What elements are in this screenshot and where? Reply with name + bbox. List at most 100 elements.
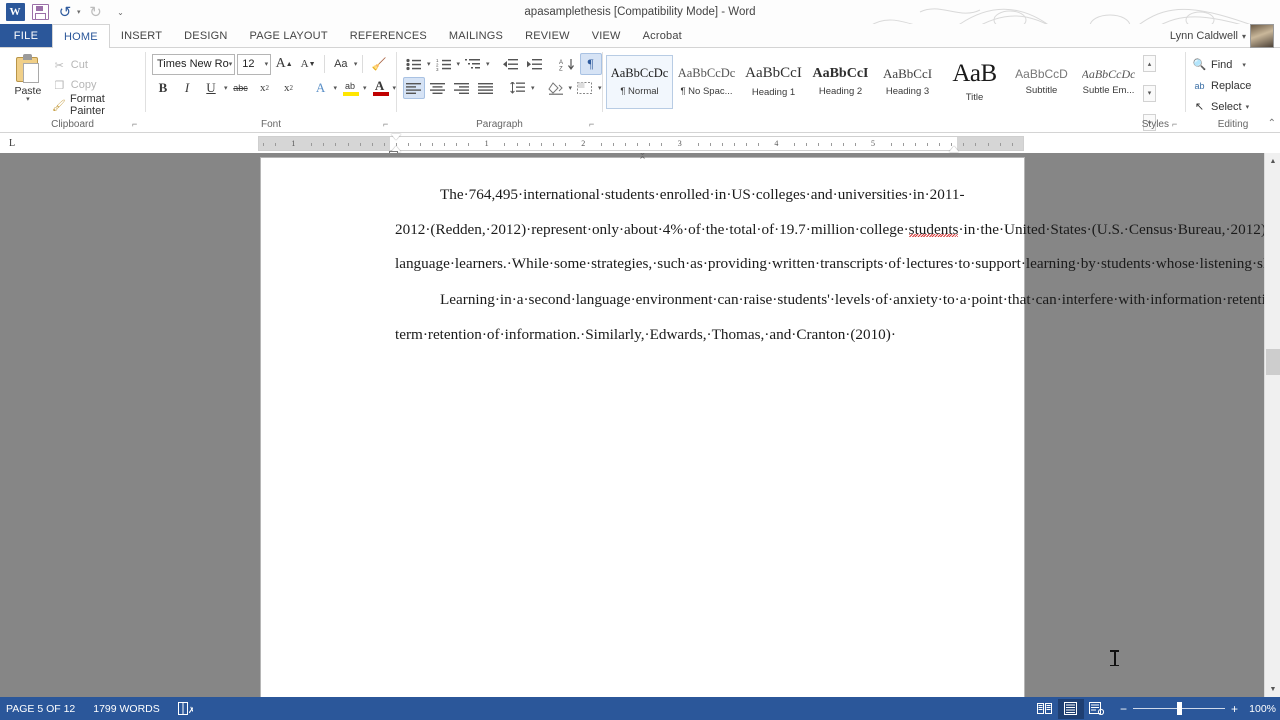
text-highlight-color-icon[interactable]: ab [339, 77, 361, 99]
font-size-chevron-down-icon[interactable]: ▾ [265, 60, 269, 68]
style-no-spacing[interactable]: AaBbCcDc ¶ No Spac... [673, 55, 740, 109]
font-size-input[interactable]: 12 ▾ [237, 53, 272, 75]
tab-review[interactable]: REVIEW [514, 24, 581, 47]
tab-page-layout[interactable]: PAGE LAYOUT [239, 24, 339, 47]
vertical-scrollbar[interactable]: ▲ ▼ [1264, 153, 1280, 697]
paragraph-2[interactable]: Learning·in·a·second·language·environmen… [395, 283, 1264, 352]
decrease-indent-icon[interactable] [500, 53, 522, 75]
undo-dropdown-icon[interactable]: ▾ [77, 8, 81, 16]
style-title[interactable]: AaB Title [941, 55, 1008, 109]
zoom-out-button[interactable]: − [1120, 703, 1127, 715]
style-heading-3[interactable]: AaBbCcI Heading 3 [874, 55, 941, 109]
font-dialog-launcher[interactable]: ⌐ [383, 120, 392, 129]
shading-chevron-down-icon[interactable]: ▾ [569, 84, 573, 92]
font-name-input[interactable]: Times New Ro ▾ [152, 53, 236, 75]
proofing-errors-icon[interactable]: ✗ [177, 702, 193, 715]
avatar[interactable] [1250, 24, 1274, 48]
subscript-icon[interactable]: x2 [254, 77, 276, 99]
word-count[interactable]: 1799 WORDS [93, 703, 160, 715]
styles-gallery[interactable]: AaBbCcDc ¶ Normal AaBbCcDc ¶ No Spac... … [605, 54, 1143, 110]
cut-button[interactable]: ✂ Cut [50, 56, 139, 74]
undo-icon[interactable]: ↺ [55, 3, 75, 21]
numbering-icon[interactable]: 123 [433, 53, 455, 75]
copy-button[interactable]: ❐ Copy [50, 76, 139, 94]
tab-view[interactable]: VIEW [581, 24, 632, 47]
justify-icon[interactable] [475, 77, 497, 99]
tab-home[interactable]: HOME [52, 24, 110, 49]
zoom-thumb[interactable] [1176, 702, 1182, 715]
paragraph-dialog-launcher[interactable]: ⌐ [589, 120, 598, 129]
right-indent-marker[interactable] [949, 146, 959, 152]
bold-icon[interactable]: B [152, 77, 174, 99]
font-color-icon[interactable]: A [369, 77, 391, 99]
horizontal-ruler[interactable]: 1 1 2 3 4 5 [258, 134, 1024, 152]
document-text[interactable]: The·764,495·international·students·enrol… [395, 178, 1264, 353]
scroll-down-icon[interactable]: ▼ [1265, 681, 1280, 697]
borders-icon[interactable] [574, 77, 596, 99]
clear-formatting-icon[interactable]: 🧹 [368, 53, 390, 75]
bullets-icon[interactable] [403, 53, 425, 75]
change-case-chevron-down-icon[interactable]: ▾ [354, 60, 358, 68]
zoom-in-button[interactable]: + [1231, 703, 1238, 715]
clipboard-dialog-launcher[interactable]: ⌐ [132, 120, 141, 129]
tab-insert[interactable]: INSERT [110, 24, 173, 47]
shrink-font-icon[interactable]: A ▼ [297, 53, 319, 75]
replace-button[interactable]: ab Replace [1192, 75, 1274, 96]
web-layout-view-button[interactable] [1084, 699, 1110, 719]
select-button[interactable]: ↖ Select ▾ [1192, 96, 1274, 117]
font-color-chevron-down-icon[interactable]: ▾ [393, 84, 397, 92]
style-heading-2[interactable]: AaBbCcI Heading 2 [807, 55, 874, 109]
highlight-chevron-down-icon[interactable]: ▾ [363, 84, 367, 92]
multilevel-list-icon[interactable] [462, 53, 484, 75]
text-effects-chevron-down-icon[interactable]: ▾ [334, 84, 338, 92]
tab-file[interactable]: FILE [0, 24, 52, 47]
align-left-icon[interactable] [403, 77, 425, 99]
document-canvas[interactable]: ⌄⌃ The·764,495·international·students·en… [0, 153, 1264, 697]
tab-design[interactable]: DESIGN [173, 24, 238, 47]
bullets-chevron-down-icon[interactable]: ▾ [427, 60, 431, 68]
find-button[interactable]: 🔍 Find ▾ [1192, 54, 1274, 75]
scrollbar-thumb[interactable] [1266, 349, 1280, 375]
line-spacing-chevron-down-icon[interactable]: ▾ [531, 84, 535, 92]
superscript-icon[interactable]: x2 [278, 77, 300, 99]
italic-icon[interactable]: I [176, 77, 198, 99]
style-subtle-emphasis[interactable]: AaBbCcDc Subtle Em... [1075, 55, 1142, 109]
style-normal[interactable]: AaBbCcDc ¶ Normal [606, 55, 673, 109]
save-icon[interactable] [30, 3, 50, 21]
tab-references[interactable]: REFERENCES [339, 24, 438, 47]
strikethrough-icon[interactable]: abc [230, 77, 252, 99]
text-effects-icon[interactable]: A [310, 77, 332, 99]
style-heading-1[interactable]: AaBbCcI Heading 1 [740, 55, 807, 109]
paragraph-1[interactable]: The·764,495·international·students·enrol… [395, 178, 1264, 283]
collapse-ribbon-icon[interactable]: ⌃ [1268, 118, 1276, 129]
tab-stop-selector[interactable]: L [0, 133, 24, 153]
underline-chevron-down-icon[interactable]: ▾ [224, 84, 228, 92]
borders-chevron-down-icon[interactable]: ▾ [598, 84, 602, 92]
styles-scroll-down-icon[interactable]: ▾ [1143, 84, 1156, 102]
font-name-chevron-down-icon[interactable]: ▾ [229, 60, 233, 68]
line-spacing-icon[interactable] [507, 77, 529, 99]
numbering-chevron-down-icon[interactable]: ▾ [457, 60, 461, 68]
scroll-up-icon[interactable]: ▲ [1265, 153, 1280, 169]
first-line-indent-marker[interactable] [391, 134, 401, 140]
zoom-slider[interactable]: − + [1120, 702, 1238, 715]
sort-icon[interactable]: AZ [556, 53, 578, 75]
align-right-icon[interactable] [451, 77, 473, 99]
show-formatting-marks-icon[interactable]: ¶ [579, 53, 602, 75]
paste-dropdown-icon[interactable]: ▾ [26, 96, 30, 103]
page-indicator[interactable]: PAGE 5 OF 12 [6, 703, 75, 715]
customize-qat-icon[interactable]: ⌄ [111, 3, 131, 21]
find-chevron-down-icon[interactable]: ▾ [1242, 61, 1246, 69]
zoom-level[interactable]: 100% [1246, 703, 1276, 715]
styles-scroll-up-icon[interactable]: ▴ [1143, 55, 1156, 72]
user-name[interactable]: Lynn Caldwell [1170, 30, 1238, 42]
underline-icon[interactable]: U [200, 77, 222, 99]
format-painter-button[interactable]: 🖌 Format Painter [50, 93, 139, 117]
zoom-track[interactable] [1132, 702, 1225, 715]
document-page[interactable]: ⌄⌃ The·764,495·international·students·en… [261, 153, 1264, 697]
multilevel-chevron-down-icon[interactable]: ▾ [486, 60, 490, 68]
increase-indent-icon[interactable] [524, 53, 546, 75]
tab-acrobat[interactable]: Acrobat [632, 24, 693, 47]
tab-mailings[interactable]: MAILINGS [438, 24, 514, 47]
read-mode-view-button[interactable] [1032, 699, 1058, 719]
